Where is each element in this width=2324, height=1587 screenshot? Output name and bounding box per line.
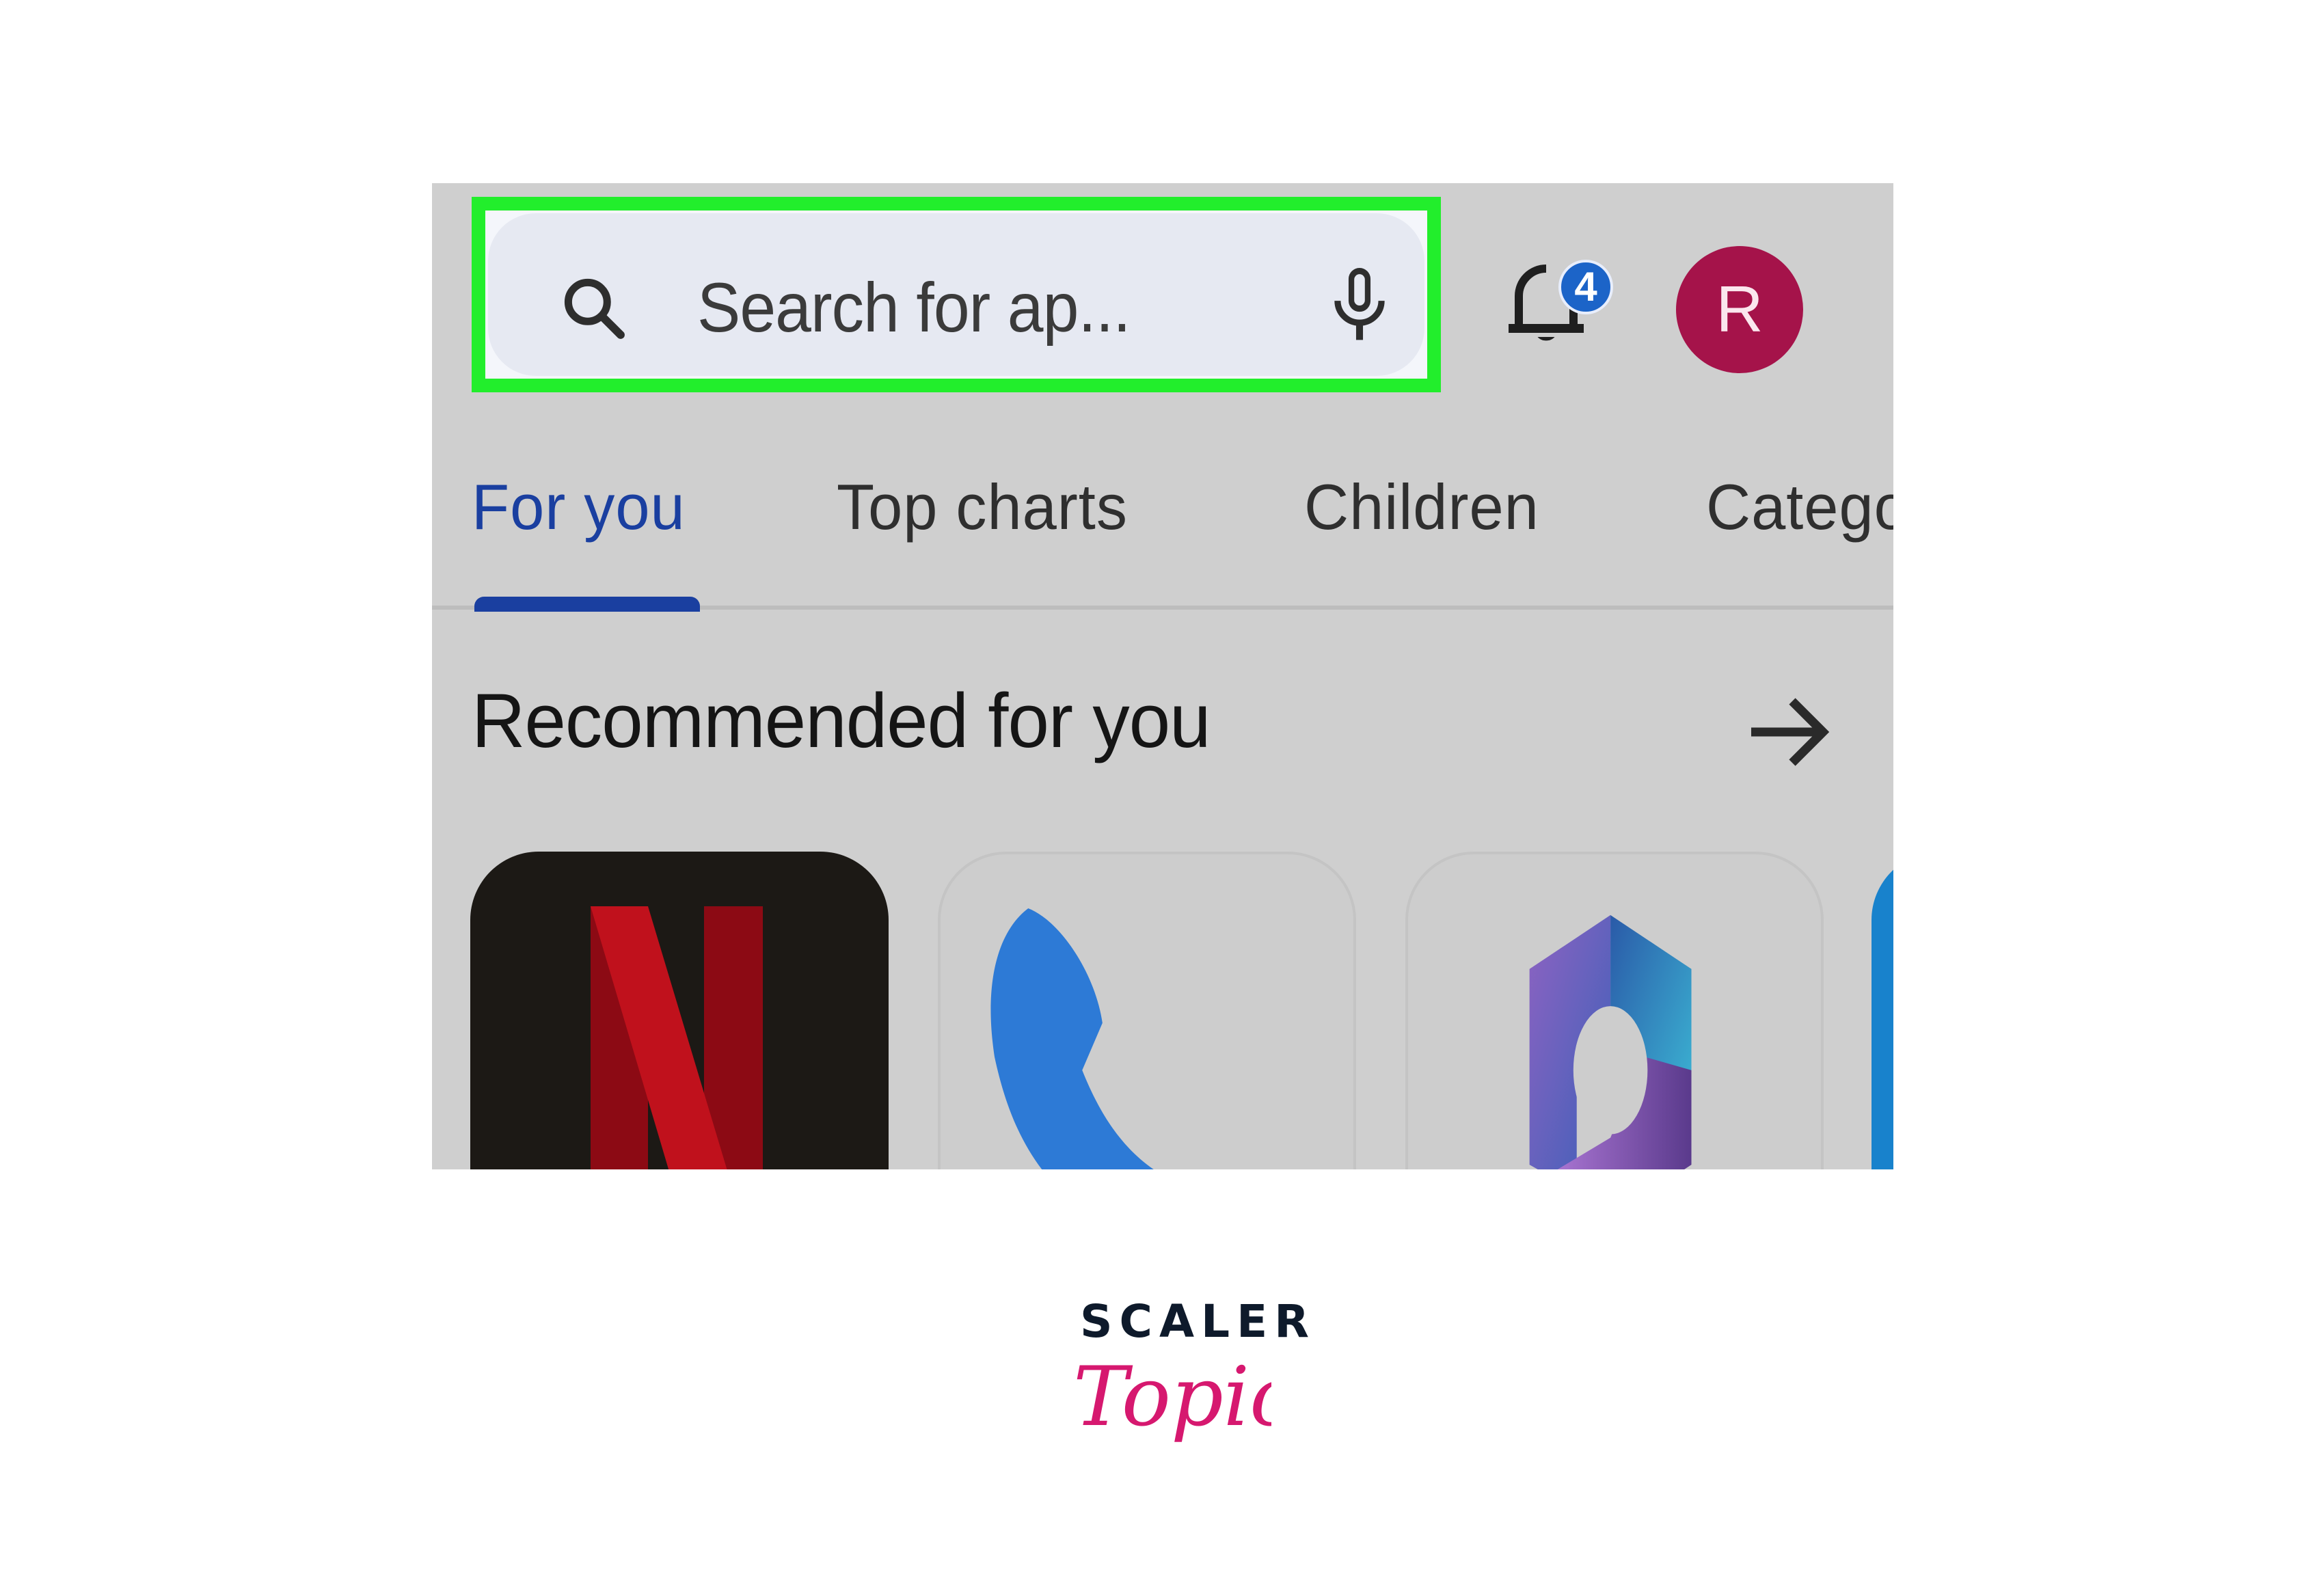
- app-card-phone[interactable]: [938, 852, 1356, 1169]
- section-title: Recommended for you: [472, 678, 1211, 763]
- arrow-right-icon[interactable]: [1744, 694, 1833, 770]
- play-store-screenshot: Search for ap... 4 R For you Top charts …: [432, 183, 1893, 1169]
- search-bar[interactable]: Search for ap...: [488, 213, 1424, 376]
- mic-icon[interactable]: [1322, 261, 1397, 350]
- avatar[interactable]: R: [1676, 246, 1803, 373]
- app-card-netflix[interactable]: [470, 852, 889, 1169]
- scaler-topics-logo: SCALER Topics: [1066, 1295, 1309, 1473]
- office-icon: [1529, 914, 1692, 1169]
- app-card-office[interactable]: [1405, 852, 1824, 1169]
- app-card-partial[interactable]: [1872, 852, 1893, 1169]
- active-tab-indicator: [474, 597, 700, 612]
- tab-top-charts[interactable]: Top charts: [837, 470, 1128, 544]
- search-input[interactable]: Search for ap...: [697, 268, 1131, 348]
- notification-badge: 4: [1558, 260, 1613, 314]
- tab-for-you[interactable]: For you: [472, 470, 686, 544]
- logo-topics-text: Topics: [1073, 1350, 1271, 1445]
- logo-scaler-text: SCALER: [1080, 1295, 1316, 1348]
- tab-categories[interactable]: Catego: [1706, 470, 1893, 544]
- phone-icon: [990, 908, 1154, 1169]
- search-icon[interactable]: [556, 271, 632, 346]
- netflix-icon: [591, 906, 763, 1169]
- tab-children[interactable]: Children: [1304, 470, 1539, 544]
- logo-topics-script: Topics: [1073, 1350, 1271, 1445]
- search-bar-highlight: Search for ap...: [472, 197, 1441, 392]
